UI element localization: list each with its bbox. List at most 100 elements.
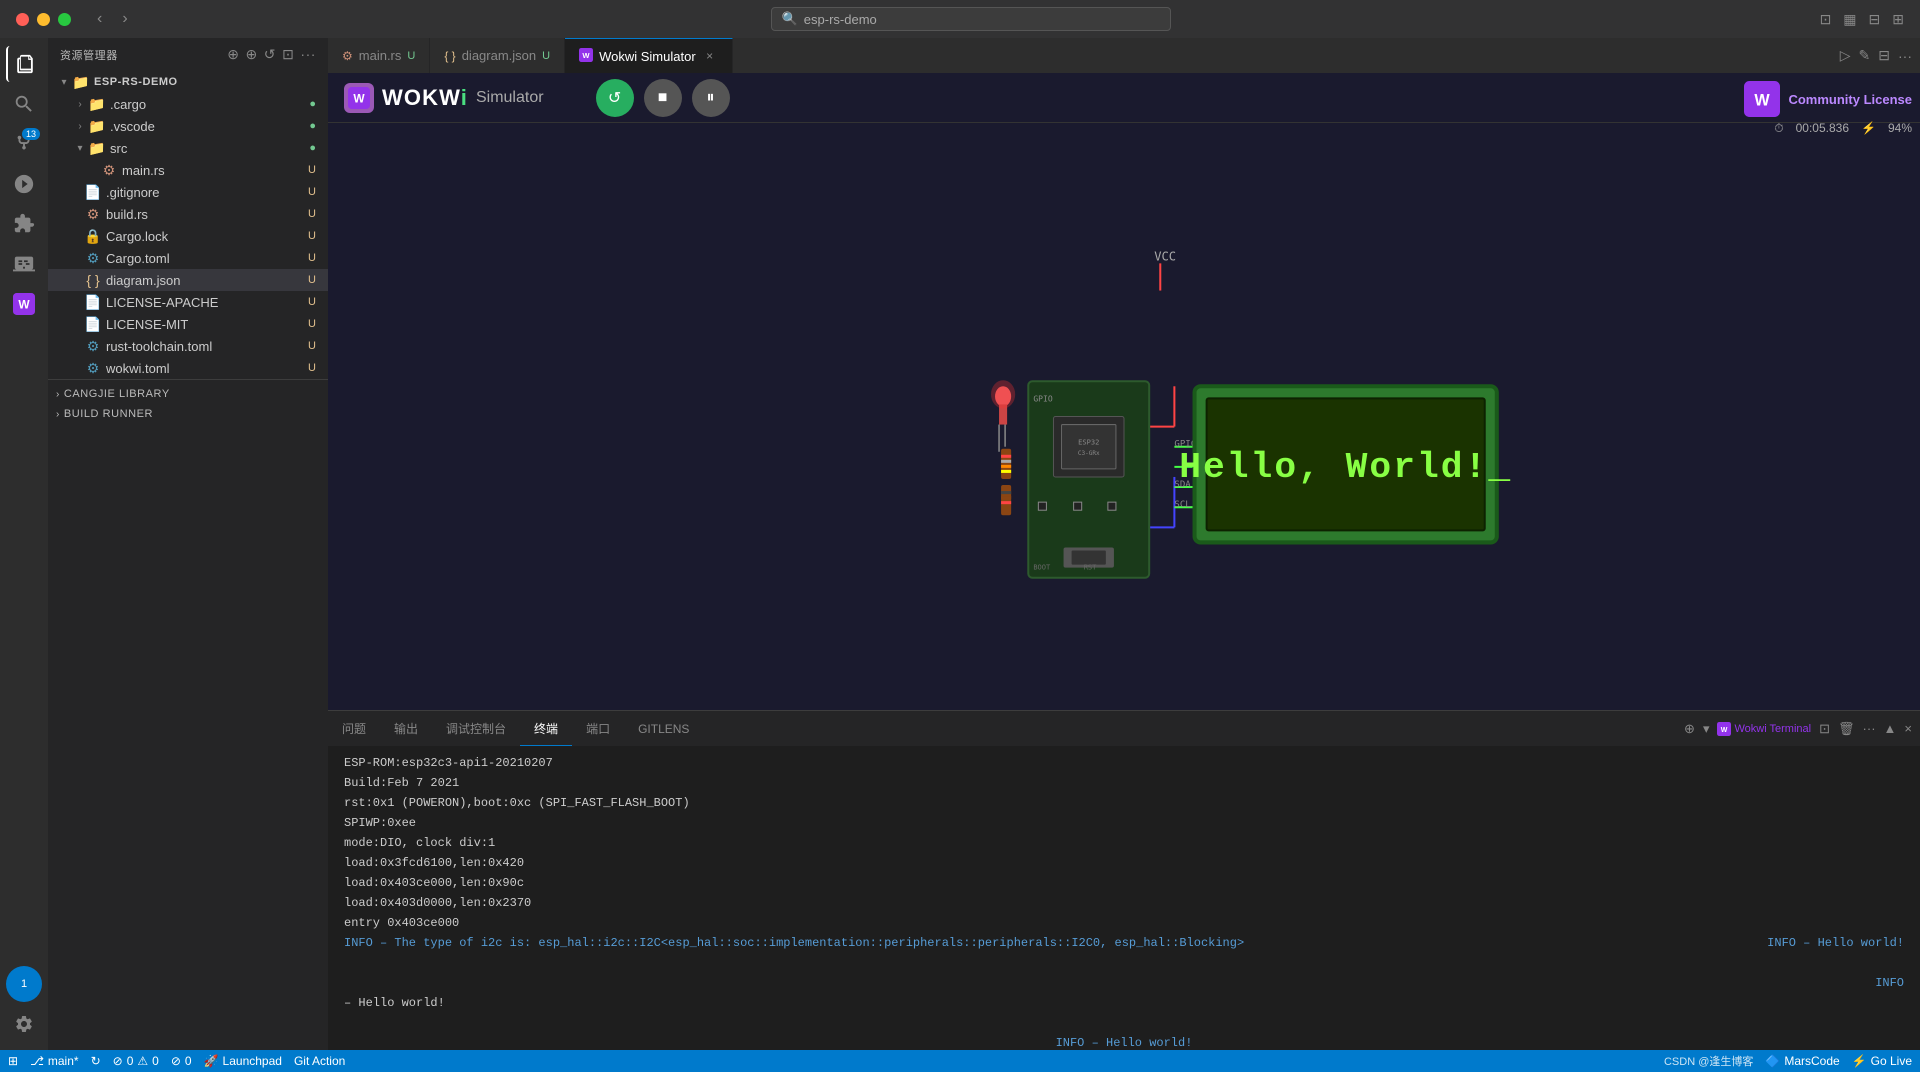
split-editor-icon[interactable]: ⊟ bbox=[1878, 47, 1890, 64]
tree-item-main-rs[interactable]: ⚙ main.rs U bbox=[48, 159, 328, 181]
minimize-button[interactable] bbox=[37, 13, 50, 26]
project-label: ESP-RS-DEMO bbox=[94, 76, 328, 88]
edit-icon[interactable]: ✎ bbox=[1859, 47, 1871, 64]
search-text: esp-rs-demo bbox=[804, 12, 877, 27]
wokwi-wi: i bbox=[461, 85, 468, 110]
sidebar-header: 资源管理器 ⊕ ⊕ ↺ ⊡ ··· bbox=[48, 38, 328, 71]
terminal-dropdown-icon[interactable]: ▾ bbox=[1703, 721, 1710, 737]
community-license-text: Community License bbox=[1788, 92, 1912, 107]
terminal-line-2: Build:Feb 7 2021 bbox=[344, 774, 1904, 792]
more-terminal-icon[interactable]: ··· bbox=[1863, 721, 1876, 736]
collapse-all-icon[interactable]: ⊡ bbox=[282, 46, 294, 63]
gitignore-badge: U bbox=[308, 186, 328, 198]
new-file-icon[interactable]: ⊕ bbox=[227, 46, 239, 63]
stop-button[interactable]: ■ bbox=[644, 79, 682, 117]
terminal-line-6: load:0x3fcd6100,len:0x420 bbox=[344, 854, 1904, 872]
delete-terminal-icon[interactable]: 🗑 bbox=[1838, 721, 1855, 737]
tree-item-gitignore[interactable]: 📄 .gitignore U bbox=[48, 181, 328, 203]
activity-explorer[interactable] bbox=[6, 46, 42, 82]
status-git-action[interactable]: Git Action bbox=[294, 1054, 345, 1068]
wokwi-terminal-label[interactable]: W Wokwi Terminal bbox=[1717, 722, 1811, 736]
activity-source-control[interactable]: 13 bbox=[6, 126, 42, 162]
split-icon[interactable]: ⊟ bbox=[1869, 11, 1881, 28]
terminal-line-9: entry 0x403ce000 bbox=[344, 914, 1904, 932]
wokwi-logo: W WOKWi Simulator bbox=[344, 83, 544, 113]
terminal-tab-output[interactable]: 输出 bbox=[380, 711, 432, 746]
activity-search[interactable] bbox=[6, 86, 42, 122]
tree-item-vscode[interactable]: › 📁 .vscode ● bbox=[48, 115, 328, 137]
nav-forward-icon[interactable]: › bbox=[122, 10, 127, 28]
terminal-content[interactable]: ESP-ROM:esp32c3-api1-20210207 Build:Feb … bbox=[328, 746, 1920, 1050]
search-box[interactable]: 🔍 esp-rs-demo bbox=[771, 7, 1171, 31]
tree-item-diagram-json[interactable]: { } diagram.json U bbox=[48, 269, 328, 291]
sidebar-header-actions: ⊕ ⊕ ↺ ⊡ ··· bbox=[227, 46, 316, 63]
activity-settings[interactable] bbox=[6, 1006, 42, 1042]
editor-layout-icon[interactable]: ▦ bbox=[1843, 11, 1856, 28]
license-mit-badge: U bbox=[308, 318, 328, 330]
tree-item-src[interactable]: ▾ 📁 src ● bbox=[48, 137, 328, 159]
new-folder-icon[interactable]: ⊕ bbox=[246, 46, 258, 63]
tree-item-wokwi-toml[interactable]: ⚙ wokwi.toml U bbox=[48, 357, 328, 379]
activity-wokwi[interactable]: W bbox=[6, 286, 42, 322]
tab-main-rs[interactable]: ⚙ main.rs U bbox=[328, 38, 430, 73]
tree-item-cargo[interactable]: › 📁 .cargo ● bbox=[48, 93, 328, 115]
maximize-button[interactable] bbox=[58, 13, 71, 26]
status-branch[interactable]: ⎇ main* bbox=[30, 1054, 79, 1068]
tree-item-cargo-toml[interactable]: ⚙ Cargo.toml U bbox=[48, 247, 328, 269]
layout-icon[interactable]: ⊡ bbox=[1820, 11, 1832, 28]
play-button[interactable]: ↺ bbox=[596, 79, 634, 117]
cangjie-library-section[interactable]: › CANGJIE LIBRARY bbox=[48, 384, 328, 404]
terminal-tab-debug-console[interactable]: 调试控制台 bbox=[432, 711, 520, 746]
terminal-layout-icon[interactable]: ⊡ bbox=[1819, 721, 1830, 737]
activity-extensions[interactable] bbox=[6, 206, 42, 242]
wokwi-sim-close[interactable]: × bbox=[702, 48, 718, 64]
status-git-errors[interactable]: ⊘ 0 bbox=[171, 1054, 192, 1068]
tree-item-cargo-lock[interactable]: 🔒 Cargo.lock U bbox=[48, 225, 328, 247]
status-sync[interactable]: ↻ bbox=[91, 1054, 101, 1068]
vscode-label: .vscode bbox=[110, 119, 309, 134]
sidebar-bottom-sections: › CANGJIE LIBRARY › BUILD RUNNER bbox=[48, 379, 328, 428]
cargo-lock-badge: U bbox=[308, 230, 328, 242]
status-watermark: CSDN @逢生博客 bbox=[1664, 1053, 1753, 1069]
gitignore-label: .gitignore bbox=[106, 185, 308, 200]
activity-remote[interactable] bbox=[6, 246, 42, 282]
activity-run-debug[interactable] bbox=[6, 166, 42, 202]
project-root[interactable]: ▾ 📁 ESP-RS-DEMO bbox=[48, 71, 328, 93]
more-sidebar-icon[interactable]: ··· bbox=[300, 46, 316, 63]
status-go-live[interactable]: ⚡ Go Live bbox=[1852, 1054, 1912, 1068]
tree-item-build-rs[interactable]: ⚙ build.rs U bbox=[48, 203, 328, 225]
activity-avatar[interactable]: 1 bbox=[6, 966, 42, 1002]
status-launchpad[interactable]: 🚀 Launchpad bbox=[204, 1054, 282, 1068]
refresh-icon[interactable]: ↺ bbox=[264, 46, 276, 63]
more-titlebar-icon[interactable]: ⊞ bbox=[1892, 11, 1904, 28]
tree-item-license-mit[interactable]: 📄 LICENSE-MIT U bbox=[48, 313, 328, 335]
terminal-line-12: – Hello world! bbox=[344, 994, 1904, 1012]
tree-item-license-apache[interactable]: 📄 LICENSE-APACHE U bbox=[48, 291, 328, 313]
pause-button[interactable]: ⏸ bbox=[692, 79, 730, 117]
build-runner-section[interactable]: › BUILD RUNNER bbox=[48, 404, 328, 424]
close-terminal-icon[interactable]: × bbox=[1904, 721, 1912, 736]
terminal-tab-problems[interactable]: 问题 bbox=[328, 711, 380, 746]
play-icon: ↺ bbox=[608, 88, 621, 108]
nav-back-icon[interactable]: ‹ bbox=[97, 10, 102, 28]
community-license-row: W Community License bbox=[1744, 81, 1912, 117]
add-terminal-icon[interactable]: ⊕ bbox=[1684, 721, 1695, 737]
status-remote[interactable]: ⊞ bbox=[8, 1054, 18, 1068]
close-button[interactable] bbox=[16, 13, 29, 26]
status-errors[interactable]: ⊘ 0 ⚠ 0 bbox=[113, 1054, 159, 1068]
status-marscode[interactable]: 🔷 MarsCode bbox=[1765, 1054, 1839, 1068]
maximize-terminal-icon[interactable]: ▲ bbox=[1884, 721, 1897, 736]
more-tabs-icon[interactable]: ··· bbox=[1898, 48, 1912, 64]
run-icon[interactable]: ▷ bbox=[1840, 47, 1851, 64]
terminal-tab-ports[interactable]: 端口 bbox=[572, 711, 624, 746]
launchpad-icon: 🚀 bbox=[204, 1054, 219, 1068]
tabs-bar: ⚙ main.rs U { } diagram.json U W Wokwi S… bbox=[328, 38, 1920, 73]
terminal-tab-terminal[interactable]: 终端 bbox=[520, 711, 572, 746]
search-icon: 🔍 bbox=[782, 11, 798, 27]
tab-diagram-json[interactable]: { } diagram.json U bbox=[430, 38, 565, 73]
activity-bottom: 1 bbox=[6, 966, 42, 1050]
terminal-tab-gitlens[interactable]: GITLENS bbox=[624, 711, 703, 746]
tree-item-rust-toolchain[interactable]: ⚙ rust-toolchain.toml U bbox=[48, 335, 328, 357]
tab-wokwi-sim[interactable]: W Wokwi Simulator × bbox=[565, 38, 733, 73]
main-rs-icon: ⚙ bbox=[100, 162, 118, 179]
